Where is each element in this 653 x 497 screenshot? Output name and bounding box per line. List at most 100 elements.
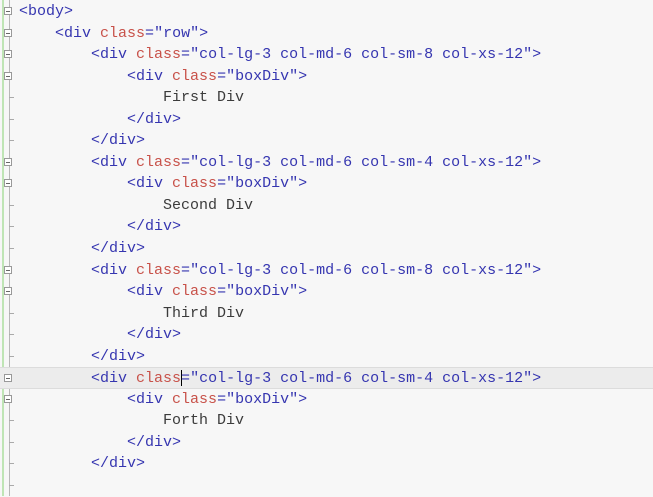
tag-token: >: [199, 24, 209, 42]
code-text: <div class="boxDiv">: [19, 281, 307, 303]
code-text: </div>: [19, 346, 145, 368]
code-line[interactable]: Third Div: [0, 303, 653, 325]
value-token: "boxDiv": [226, 67, 299, 85]
code-text: Second Div: [19, 195, 253, 217]
fold-collapse-icon[interactable]: [4, 374, 12, 383]
tag-token: <div: [91, 153, 137, 171]
code-text: </div>: [19, 238, 145, 260]
fold-guide-tick: [9, 118, 14, 120]
fold-guide-tick: [9, 463, 14, 465]
tag-token: =: [145, 24, 155, 42]
tag-token: </div>: [91, 240, 146, 258]
tag-token: =: [217, 390, 227, 408]
text-token: First Div: [163, 89, 245, 107]
code-text: First Div: [19, 87, 244, 109]
value-token: "boxDiv": [226, 390, 299, 408]
text-token: Second Div: [163, 196, 254, 214]
code-line[interactable]: First Div: [0, 87, 653, 109]
tag-token: =: [217, 175, 227, 193]
value-token: "row": [154, 24, 200, 42]
code-text: </div>: [19, 216, 181, 238]
tag-token: =: [181, 370, 191, 388]
code-line[interactable]: </div>: [0, 346, 653, 368]
fold-guide-tick: [9, 420, 14, 422]
tag-token: </div>: [127, 326, 182, 344]
tag-token: >: [298, 175, 308, 193]
attribute-token: class: [172, 390, 218, 408]
code-editor[interactable]: <body> <div class="row"> <div class="col…: [0, 1, 653, 497]
code-text: </div>: [19, 324, 181, 346]
code-line[interactable]: [0, 475, 653, 497]
code-line[interactable]: <div class="col-lg-3 col-md-6 col-sm-8 c…: [0, 260, 653, 282]
fold-guide-tick: [9, 204, 14, 206]
fold-collapse-icon[interactable]: [4, 7, 12, 15]
value-token: "boxDiv": [226, 283, 299, 301]
fold-collapse-icon[interactable]: [4, 157, 12, 166]
attribute-token: class: [136, 370, 182, 388]
fold-collapse-icon[interactable]: [4, 265, 12, 274]
attribute-token: class: [100, 24, 146, 42]
code-line[interactable]: <div class="row">: [0, 23, 653, 45]
tag-token: >: [532, 153, 542, 171]
tag-token: </div>: [91, 455, 146, 473]
text-token: Third Div: [163, 304, 245, 322]
code-line[interactable]: </div>: [0, 453, 653, 475]
tag-token: =: [181, 46, 191, 64]
code-line[interactable]: <div class="boxDiv">: [0, 389, 653, 411]
code-text: <div class="col-lg-3 col-md-6 col-sm-4 c…: [19, 368, 541, 390]
tag-token: =: [181, 153, 191, 171]
code-line[interactable]: </div>: [0, 216, 653, 238]
code-line[interactable]: </div>: [0, 109, 653, 131]
tag-token: <div: [55, 24, 101, 42]
fold-guide-tick: [9, 226, 14, 228]
fold-collapse-icon[interactable]: [4, 28, 12, 37]
code-line[interactable]: <div class="boxDiv">: [0, 173, 653, 195]
fold-collapse-icon[interactable]: [4, 50, 12, 59]
code-text: <div class="col-lg-3 col-md-6 col-sm-8 c…: [19, 44, 541, 66]
fold-collapse-icon[interactable]: [4, 179, 12, 188]
code-line-current[interactable]: <div class="col-lg-3 col-md-6 col-sm-4 c…: [0, 367, 653, 389]
code-text: Third Div: [19, 303, 244, 325]
fold-guide-tick: [9, 485, 14, 487]
tag-token: >: [532, 261, 542, 279]
attribute-token: class: [136, 261, 182, 279]
code-line[interactable]: <div class="boxDiv">: [0, 281, 653, 303]
value-token: "col-lg-3 col-md-6 col-sm-8 col-xs-12": [190, 261, 533, 279]
code-line[interactable]: </div>: [0, 238, 653, 260]
code-line[interactable]: </div>: [0, 324, 653, 346]
tag-token: <div: [91, 261, 137, 279]
fold-collapse-icon[interactable]: [4, 71, 12, 80]
fold-guide-tick: [9, 140, 14, 142]
code-line[interactable]: <div class="col-lg-3 col-md-6 col-sm-4 c…: [0, 152, 653, 174]
tag-token: =: [181, 261, 191, 279]
code-text: </div>: [19, 453, 145, 475]
attribute-token: class: [136, 46, 182, 64]
code-line[interactable]: </div>: [0, 130, 653, 152]
code-line[interactable]: <div class="boxDiv">: [0, 66, 653, 88]
code-line[interactable]: Forth Div: [0, 410, 653, 432]
tag-token: </div>: [91, 132, 146, 150]
code-text: <div class="boxDiv">: [19, 389, 307, 411]
code-line[interactable]: Second Div: [0, 195, 653, 217]
code-text: <div class="col-lg-3 col-md-6 col-sm-4 c…: [19, 152, 541, 174]
fold-guide-tick: [9, 97, 14, 99]
code-text: </div>: [19, 109, 181, 131]
fold-collapse-icon[interactable]: [4, 287, 12, 296]
attribute-token: class: [136, 153, 182, 171]
tag-token: >: [298, 390, 308, 408]
tag-token: <div: [127, 67, 173, 85]
tag-token: <div: [91, 370, 137, 388]
attribute-token: class: [172, 175, 218, 193]
value-token: "col-lg-3 col-md-6 col-sm-4 col-xs-12": [190, 153, 533, 171]
attribute-token: class: [172, 67, 218, 85]
code-line[interactable]: <div class="col-lg-3 col-md-6 col-sm-8 c…: [0, 44, 653, 66]
fold-collapse-icon[interactable]: [4, 394, 12, 403]
tag-token: =: [217, 283, 227, 301]
code-text: <div class="col-lg-3 col-md-6 col-sm-8 c…: [19, 260, 541, 282]
tag-token: <div: [127, 283, 173, 301]
code-line[interactable]: <body>: [0, 1, 653, 23]
code-text: <body>: [19, 1, 73, 23]
tag-token: </div>: [91, 347, 146, 365]
tag-token: <div: [127, 175, 173, 193]
code-line[interactable]: </div>: [0, 432, 653, 454]
